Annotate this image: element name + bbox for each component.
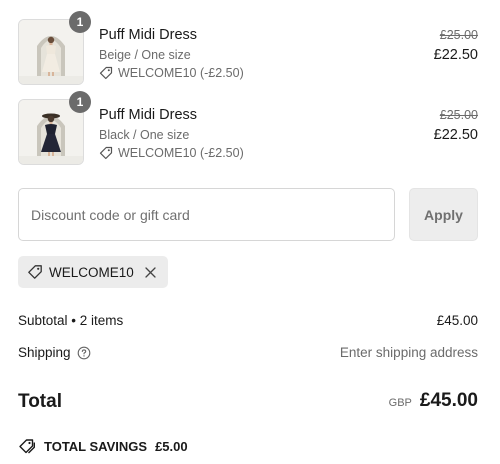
currency-code: GBP bbox=[388, 397, 412, 409]
line-discount-label: WELCOME10 (-£2.50) bbox=[118, 146, 244, 160]
shipping-label: Shipping bbox=[18, 345, 71, 360]
subtotal-value: £45.00 bbox=[436, 313, 478, 328]
product-variant: Beige / One size bbox=[99, 48, 191, 62]
product-title: Puff Midi Dress bbox=[99, 107, 198, 123]
help-icon[interactable] bbox=[77, 346, 91, 360]
tag-icon bbox=[99, 146, 113, 160]
shipping-value: Enter shipping address bbox=[339, 345, 478, 360]
original-price: £25.00 bbox=[439, 28, 478, 42]
total-savings: TOTAL SAVINGS £5.00 bbox=[18, 438, 188, 454]
apply-button[interactable]: Apply bbox=[409, 188, 478, 241]
discounted-price: £22.50 bbox=[433, 127, 478, 143]
line-discount-label: WELCOME10 (-£2.50) bbox=[118, 66, 244, 80]
line-item: 1 Puff Midi Dress Beige / One size WELCO… bbox=[18, 11, 478, 87]
line-discount: WELCOME10 (-£2.50) bbox=[99, 146, 244, 160]
product-title: Puff Midi Dress bbox=[99, 27, 198, 43]
quantity-badge: 1 bbox=[69, 11, 91, 33]
applied-discount-chip: WELCOME10 bbox=[18, 256, 168, 288]
tag-icon bbox=[27, 264, 43, 280]
close-icon[interactable] bbox=[144, 265, 158, 279]
original-price: £25.00 bbox=[439, 108, 478, 122]
tag-icon bbox=[19, 439, 35, 454]
savings-label: TOTAL SAVINGS bbox=[44, 438, 148, 454]
product-variant: Black / One size bbox=[99, 128, 190, 142]
discount-form: Apply bbox=[18, 188, 478, 241]
tag-icon bbox=[99, 66, 113, 80]
quantity-badge: 1 bbox=[69, 91, 91, 113]
line-discount: WELCOME10 (-£2.50) bbox=[99, 66, 244, 80]
savings-amount: £5.00 bbox=[155, 438, 188, 454]
total-amount: £45.00 bbox=[419, 390, 478, 411]
applied-code-label: WELCOME10 bbox=[49, 264, 134, 280]
subtotal-label: Subtotal • 2 items bbox=[18, 313, 124, 328]
discounted-price: £22.50 bbox=[433, 47, 478, 63]
total-label: Total bbox=[18, 391, 62, 412]
discount-code-input[interactable] bbox=[18, 188, 395, 241]
total-row: Total GBP £45.00 bbox=[18, 389, 478, 417]
line-item: 1 Puff Midi Dress Black / One size WELCO… bbox=[18, 91, 478, 167]
